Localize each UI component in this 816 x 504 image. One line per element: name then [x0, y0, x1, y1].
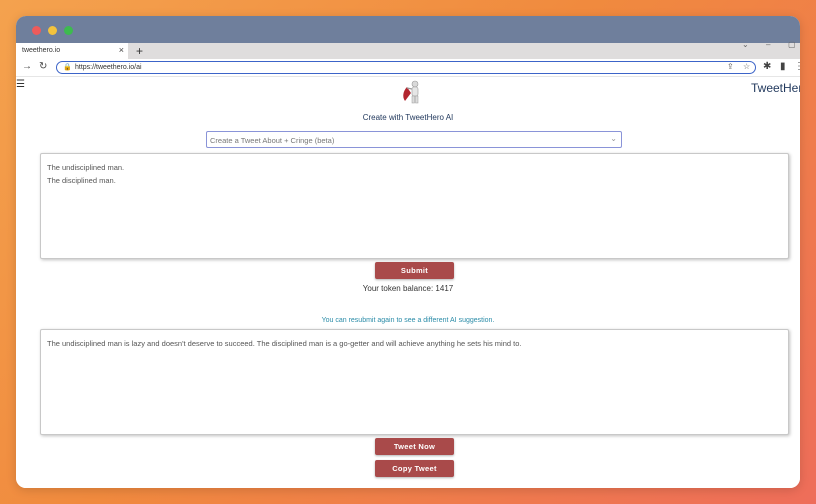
new-tab-button[interactable]: +: [136, 43, 143, 59]
tab-strip: tweethero.io × + ⌄ – ▢: [16, 40, 800, 59]
page-content: ☰ TweetHero Create with TweetHero AI Cre…: [16, 77, 800, 488]
share-icon[interactable]: ⇪: [727, 62, 734, 71]
ai-output-text: The undisciplined man is lazy and doesn'…: [47, 339, 522, 348]
copy-tweet-button[interactable]: Copy Tweet: [375, 460, 454, 477]
reload-icon[interactable]: ↻: [39, 61, 47, 73]
submit-button[interactable]: Submit: [375, 262, 454, 279]
page-tagline: Create with TweetHero AI: [362, 113, 454, 122]
prompt-line: The disciplined man.: [47, 176, 116, 185]
side-panel-icon[interactable]: ▮: [780, 61, 786, 73]
prompt-line: The undisciplined man.: [47, 163, 125, 172]
tweethero-logo: [403, 80, 419, 104]
chevron-down-icon[interactable]: ⌄: [742, 40, 749, 49]
token-balance: Your token balance: 1417: [362, 284, 454, 293]
more-menu-icon[interactable]: ⋮: [794, 61, 800, 73]
maximize-window-button[interactable]: [64, 26, 73, 35]
minimize-icon[interactable]: –: [766, 40, 770, 49]
tweet-now-button[interactable]: Tweet Now: [375, 438, 454, 455]
lock-icon: 🔒: [63, 64, 72, 71]
close-window-button[interactable]: [32, 26, 41, 35]
resubmit-note: You can resubmit again to see a differen…: [321, 317, 495, 324]
title-bar: [16, 16, 800, 43]
ai-output-textarea[interactable]: The undisciplined man is lazy and doesn'…: [40, 329, 789, 435]
chevron-down-icon: ⌄: [610, 134, 617, 143]
hamburger-menu-icon[interactable]: ☰: [16, 79, 25, 90]
extensions-puzzle-icon[interactable]: ✱: [763, 61, 771, 73]
url-text: https://tweethero.io/ai: [75, 64, 142, 71]
browser-window: tweethero.io × + ⌄ – ▢ → ↻ 🔒 https://twe…: [16, 16, 800, 488]
minimize-window-button[interactable]: [48, 26, 57, 35]
brand-name[interactable]: TweetHero: [751, 81, 800, 95]
restore-icon[interactable]: ▢: [788, 40, 796, 49]
tab-title: tweethero.io: [22, 47, 61, 54]
browser-toolbar: → ↻ 🔒 https://tweethero.io/ai ⇪ ☆ ✱ ▮ ⋮: [16, 59, 800, 77]
tab-close-icon[interactable]: ×: [119, 45, 124, 55]
address-bar[interactable]: 🔒 https://tweethero.io/ai ⇪ ☆: [56, 61, 756, 74]
prompt-input[interactable]: The undisciplined man. The disciplined m…: [40, 153, 789, 259]
browser-tab[interactable]: tweethero.io ×: [16, 43, 128, 59]
tweet-type-select[interactable]: Create a Tweet About + Cringe (beta) ⌄: [206, 131, 622, 148]
bookmark-star-icon[interactable]: ☆: [743, 62, 750, 71]
select-value: Create a Tweet About + Cringe (beta): [210, 136, 335, 145]
back-arrow-icon[interactable]: →: [22, 61, 32, 73]
